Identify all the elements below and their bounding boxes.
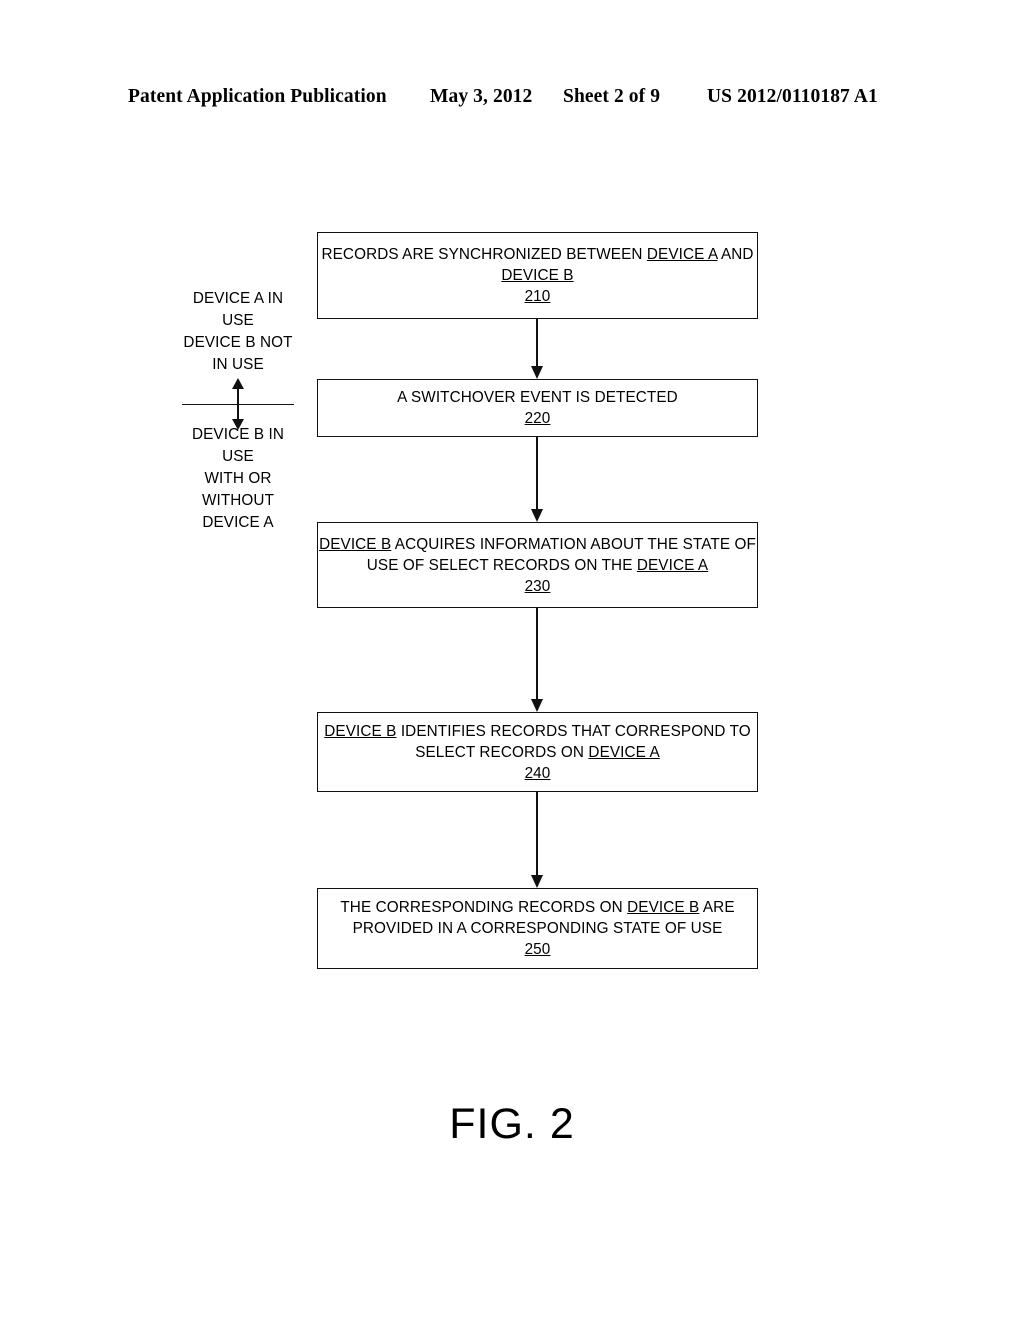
flowchart-step-230: DEVICE B ACQUIRES INFORMATION ABOUT THE … xyxy=(317,522,758,608)
arrow-down-head-icon xyxy=(531,509,543,522)
state-lower-line-3: WITH OR xyxy=(204,470,272,487)
underlined-device-term: DEVICE A xyxy=(636,556,709,574)
state-upper-line-4: IN USE xyxy=(212,356,264,373)
state-annotation-upper: DEVICE A IN USE DEVICE B NOT IN USE xyxy=(168,288,308,376)
step-230-reference-number: 230 xyxy=(524,577,551,595)
underlined-device-term: DEVICE A xyxy=(646,246,718,263)
state-upper-line-1: DEVICE A IN xyxy=(192,290,284,307)
state-lower-line-1: DEVICE B IN xyxy=(191,426,285,443)
figure-caption: FIG. 2 xyxy=(449,1100,575,1148)
underlined-device-term: DEVICE A xyxy=(588,743,660,761)
state-transition-double-arrow-icon xyxy=(231,378,245,430)
state-upper-line-2: USE xyxy=(222,312,254,329)
state-lower-line-4: WITHOUT xyxy=(201,492,275,509)
state-lower-line-2: USE xyxy=(222,448,254,465)
step-220-reference-number: 220 xyxy=(524,410,551,427)
flowchart-figure: DEVICE A IN USE DEVICE B NOT IN USE DEVI… xyxy=(0,0,1024,1320)
arrow-stem xyxy=(237,387,239,421)
step-210-line-2: DEVICE B xyxy=(501,265,573,286)
underlined-device-term: DEVICE B xyxy=(319,535,392,553)
connector-230-to-240 xyxy=(530,608,544,712)
step-240-line-1: DEVICE B IDENTIFIES RECORDS THAT CORRESP… xyxy=(324,722,751,740)
connector-210-to-220 xyxy=(530,319,544,379)
flowchart-step-220: A SWITCHOVER EVENT IS DETECTED 220 xyxy=(317,379,758,437)
step-210-reference-number: 210 xyxy=(524,288,551,305)
connector-stem xyxy=(536,437,538,510)
connector-stem xyxy=(536,608,538,700)
connector-stem xyxy=(536,792,538,876)
step-230-line-1: DEVICE B ACQUIRES INFORMATION ABOUT THE … xyxy=(319,535,756,553)
step-240-reference-number: 240 xyxy=(524,764,551,782)
flowchart-step-250: THE CORRESPONDING RECORDS ON DEVICE B AR… xyxy=(317,888,758,969)
connector-240-to-250 xyxy=(530,792,544,888)
underlined-device-term: DEVICE B xyxy=(627,899,700,916)
arrow-down-head-icon xyxy=(531,875,543,888)
underlined-device-term: DEVICE B xyxy=(324,722,397,740)
state-lower-line-5: DEVICE A xyxy=(202,514,274,531)
step-250-line-2: PROVIDED IN A CORRESPONDING STATE OF USE xyxy=(352,920,723,937)
step-210-line-1: RECORDS ARE SYNCHRONIZED BETWEEN DEVICE … xyxy=(321,246,754,263)
step-250-line-1: THE CORRESPONDING RECORDS ON DEVICE B AR… xyxy=(340,899,735,916)
state-annotation-lower: DEVICE B IN USE WITH OR WITHOUT DEVICE A xyxy=(168,424,308,534)
step-240-line-2: SELECT RECORDS ON DEVICE A xyxy=(415,743,660,761)
state-upper-line-3: DEVICE B NOT xyxy=(183,334,293,351)
connector-stem xyxy=(536,319,538,367)
step-230-line-2: USE OF SELECT RECORDS ON THE DEVICE A xyxy=(366,556,709,574)
underlined-device-term: DEVICE B xyxy=(501,267,574,284)
arrow-down-head-icon xyxy=(531,699,543,712)
step-220-line-1: A SWITCHOVER EVENT IS DETECTED xyxy=(397,389,678,406)
step-250-reference-number: 250 xyxy=(524,941,551,958)
arrow-down-head-icon xyxy=(531,366,543,379)
flowchart-step-210: RECORDS ARE SYNCHRONIZED BETWEEN DEVICE … xyxy=(317,232,758,319)
flowchart-step-240: DEVICE B IDENTIFIES RECORDS THAT CORRESP… xyxy=(317,712,758,792)
connector-220-to-230 xyxy=(530,437,544,522)
